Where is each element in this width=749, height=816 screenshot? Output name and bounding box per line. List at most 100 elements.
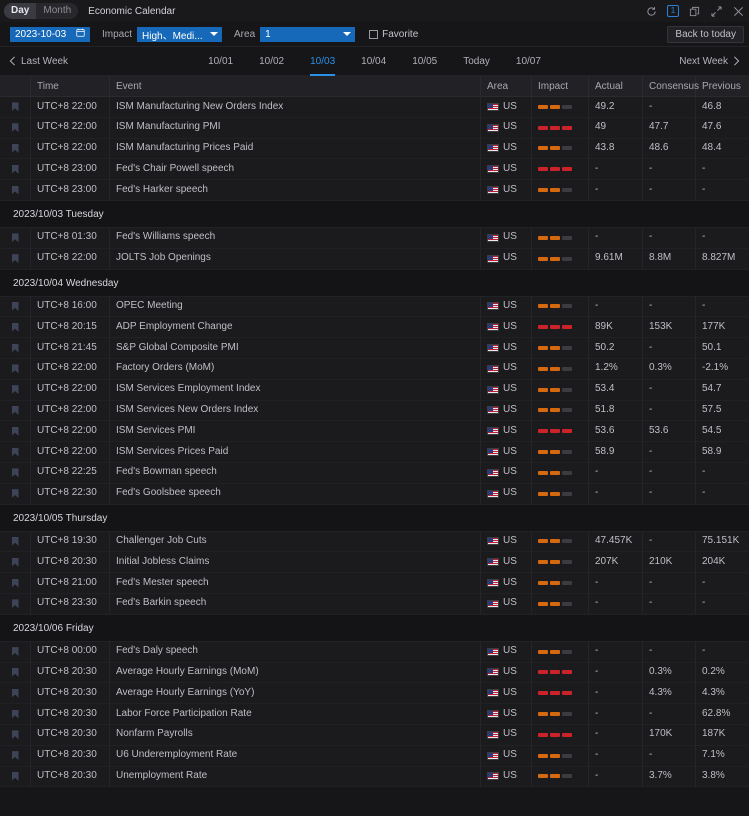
back-to-today-button[interactable]: Back to today — [667, 26, 744, 43]
bookmark-cell[interactable] — [0, 159, 31, 180]
tab-month[interactable]: Month — [36, 3, 78, 19]
bookmark-icon[interactable] — [12, 406, 19, 415]
bookmark-cell[interactable] — [0, 117, 31, 138]
column-header-time[interactable]: Time — [31, 76, 110, 97]
table-row[interactable]: UTC+8 22:00ISM Services Prices PaidUS58.… — [0, 442, 749, 463]
table-row[interactable]: UTC+8 19:30Challenger Job CutsUS47.457K-… — [0, 532, 749, 553]
view-mode-segmented-control[interactable]: Day Month — [4, 3, 78, 19]
bookmark-cell[interactable] — [0, 358, 31, 379]
column-header-previous[interactable]: Previous — [696, 76, 749, 97]
bookmark-cell[interactable] — [0, 483, 31, 504]
bookmark-icon[interactable] — [12, 364, 19, 373]
day-tab-0[interactable]: 10/01 — [195, 47, 246, 76]
table-row[interactable]: UTC+8 22:00ISM Services New Orders Index… — [0, 401, 749, 422]
table-row[interactable]: UTC+8 20:30Unemployment RateUS-3.7%3.8% — [0, 767, 749, 788]
table-row[interactable]: UTC+8 22:00JOLTS Job OpeningsUS9.61M8.8M… — [0, 249, 749, 270]
bookmark-icon[interactable] — [12, 537, 19, 546]
bookmark-icon[interactable] — [12, 323, 19, 332]
table-row[interactable]: UTC+8 20:30Average Hourly Earnings (MoM)… — [0, 663, 749, 684]
bookmark-cell[interactable] — [0, 227, 31, 248]
table-row[interactable]: UTC+8 16:00OPEC MeetingUS--- — [0, 297, 749, 318]
refresh-icon[interactable] — [645, 5, 658, 18]
bookmark-icon[interactable] — [12, 344, 19, 353]
table-row[interactable]: UTC+8 22:30Fed's Goolsbee speechUS--- — [0, 484, 749, 505]
bookmark-cell[interactable] — [0, 296, 31, 317]
day-tab-today[interactable]: Today — [450, 47, 503, 76]
bookmark-icon[interactable] — [12, 668, 19, 677]
bookmark-cell[interactable] — [0, 766, 31, 787]
bookmark-cell[interactable] — [0, 745, 31, 766]
workspace-badge[interactable]: 1 — [667, 5, 679, 17]
bookmark-icon[interactable] — [12, 558, 19, 567]
bookmark-cell[interactable] — [0, 662, 31, 683]
bookmark-icon[interactable] — [12, 427, 19, 436]
table-row[interactable]: UTC+8 22:00ISM Manufacturing New Orders … — [0, 97, 749, 118]
bookmark-icon[interactable] — [12, 254, 19, 263]
bookmark-cell[interactable] — [0, 338, 31, 359]
table-row[interactable]: UTC+8 00:00Fed's Daly speechUS--- — [0, 642, 749, 663]
bookmark-cell[interactable] — [0, 552, 31, 573]
table-row[interactable]: UTC+8 21:45S&P Global Composite PMIUS50.… — [0, 338, 749, 359]
bookmark-icon[interactable] — [12, 730, 19, 739]
day-tab-2[interactable]: 10/03 — [297, 47, 348, 76]
table-row[interactable]: UTC+8 22:00ISM Services PMIUS53.653.654.… — [0, 421, 749, 442]
day-tab-1[interactable]: 10/02 — [246, 47, 297, 76]
bookmark-cell[interactable] — [0, 97, 31, 118]
table-row[interactable]: UTC+8 22:25Fed's Bowman speechUS--- — [0, 463, 749, 484]
table-row[interactable]: UTC+8 23:00Fed's Chair Powell speechUS--… — [0, 159, 749, 180]
table-row[interactable]: UTC+8 22:00ISM Manufacturing PMIUS4947.7… — [0, 118, 749, 139]
bookmark-cell[interactable] — [0, 724, 31, 745]
table-row[interactable]: UTC+8 20:30U6 Underemployment RateUS--7.… — [0, 746, 749, 767]
bookmark-cell[interactable] — [0, 317, 31, 338]
table-row[interactable]: UTC+8 22:00ISM Services Employment Index… — [0, 380, 749, 401]
expand-icon[interactable] — [710, 5, 723, 18]
table-row[interactable]: UTC+8 01:30Fed's Williams speechUS--- — [0, 228, 749, 249]
bookmark-icon[interactable] — [12, 710, 19, 719]
bookmark-cell[interactable] — [0, 248, 31, 269]
bookmark-icon[interactable] — [12, 144, 19, 153]
next-week-button[interactable]: Next Week — [679, 56, 740, 67]
bookmark-icon[interactable] — [12, 751, 19, 760]
date-input[interactable]: 2023-10-03 — [10, 27, 90, 42]
bookmark-cell[interactable] — [0, 683, 31, 704]
bookmark-cell[interactable] — [0, 573, 31, 594]
last-week-button[interactable]: Last Week — [9, 56, 68, 67]
duplicate-icon[interactable] — [688, 5, 701, 18]
bookmark-icon[interactable] — [12, 468, 19, 477]
close-icon[interactable] — [732, 5, 745, 18]
table-row[interactable]: UTC+8 21:00Fed's Mester speechUS--- — [0, 573, 749, 594]
column-header-bookmark[interactable] — [0, 76, 31, 97]
bookmark-cell[interactable] — [0, 641, 31, 662]
bookmark-cell[interactable] — [0, 138, 31, 159]
table-row[interactable]: UTC+8 20:30Initial Jobless ClaimsUS207K2… — [0, 552, 749, 573]
calendar-icon[interactable] — [76, 28, 85, 40]
table-row[interactable]: UTC+8 22:00ISM Manufacturing Prices Paid… — [0, 139, 749, 160]
bookmark-cell[interactable] — [0, 400, 31, 421]
bookmark-icon[interactable] — [12, 385, 19, 394]
bookmark-icon[interactable] — [12, 579, 19, 588]
day-tab-4[interactable]: 10/05 — [399, 47, 450, 76]
bookmark-icon[interactable] — [12, 647, 19, 656]
bookmark-icon[interactable] — [12, 102, 19, 111]
bookmark-icon[interactable] — [12, 489, 19, 498]
table-row[interactable]: UTC+8 20:30Nonfarm PayrollsUS-170K187K — [0, 725, 749, 746]
favorite-checkbox[interactable]: Favorite — [369, 29, 418, 40]
day-tab-3[interactable]: 10/04 — [348, 47, 399, 76]
table-row[interactable]: UTC+8 23:00Fed's Harker speechUS--- — [0, 180, 749, 201]
bookmark-icon[interactable] — [12, 772, 19, 781]
bookmark-icon[interactable] — [12, 233, 19, 242]
bookmark-cell[interactable] — [0, 421, 31, 442]
table-row[interactable]: UTC+8 20:15ADP Employment ChangeUS89K153… — [0, 317, 749, 338]
checkbox-box-icon[interactable] — [369, 30, 378, 39]
column-header-area[interactable]: Area — [481, 76, 532, 97]
bookmark-cell[interactable] — [0, 442, 31, 463]
table-row[interactable]: UTC+8 20:30Labor Force Participation Rat… — [0, 704, 749, 725]
column-header-event[interactable]: Event — [110, 76, 481, 97]
table-row[interactable]: UTC+8 20:30Average Hourly Earnings (YoY)… — [0, 683, 749, 704]
table-row[interactable]: UTC+8 23:30Fed's Barkin speechUS--- — [0, 594, 749, 615]
bookmark-cell[interactable] — [0, 462, 31, 483]
day-tab-6[interactable]: 10/07 — [503, 47, 554, 76]
bookmark-icon[interactable] — [12, 448, 19, 457]
area-filter-select[interactable]: 1 — [260, 27, 355, 42]
bookmark-icon[interactable] — [12, 186, 19, 195]
